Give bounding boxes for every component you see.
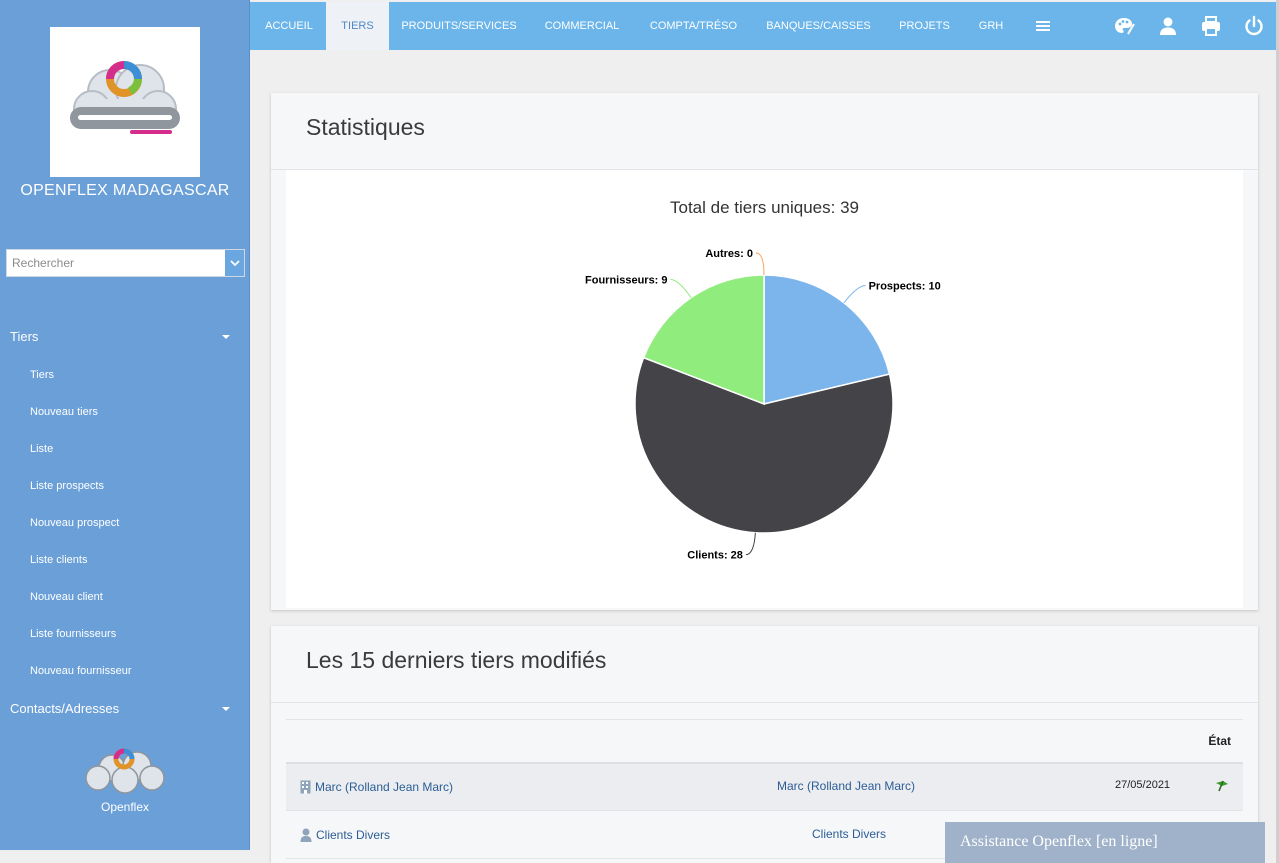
openflex-cloud-logo-icon	[70, 61, 180, 134]
sidebar-section-contacts[interactable]: Contacts/Adresses	[0, 694, 250, 724]
status-flag-icon	[1216, 780, 1228, 792]
pie-connector-prospects	[843, 284, 866, 304]
nav-commercial[interactable]: COMMERCIAL	[529, 2, 635, 50]
header-etat: État	[1208, 734, 1231, 748]
pie-label-prospects: Prospects: 10	[869, 280, 941, 292]
caret-down-icon	[222, 335, 230, 339]
pie-connector-clients	[745, 532, 756, 556]
building-icon	[300, 780, 311, 794]
search-dropdown-button[interactable]	[225, 250, 244, 276]
divider	[271, 702, 1258, 703]
nav-produits-services[interactable]: PRODUITS/SERVICES	[389, 2, 529, 50]
pie-connector-fournisseurs	[670, 279, 692, 298]
tier-name-link[interactable]: Clients Divers	[300, 828, 390, 842]
printer-icon[interactable]	[1199, 14, 1223, 38]
pie-chart-area: Total de tiers uniques: 39 Prospects: 10…	[286, 170, 1243, 608]
tier-name: Clients Divers	[316, 828, 391, 842]
nav-tiers[interactable]: TIERS	[326, 2, 389, 50]
chevron-down-icon	[229, 259, 240, 266]
sidebar-section-label: Tiers	[10, 329, 39, 344]
pie-label-fournisseurs: Fournisseurs: 9	[585, 275, 668, 287]
palette-icon[interactable]	[1112, 14, 1136, 38]
pie-connector-autres	[755, 252, 765, 276]
sidebar-section-tiers[interactable]: Tiers	[0, 322, 250, 352]
pie-chart: Prospects: 10 Clients: 28 Fournisseurs: 9 A…	[585, 248, 941, 562]
sidebar-item-liste-clients[interactable]: Liste clients	[30, 554, 87, 566]
nav-compta-treso[interactable]: COMPTA/TRÉSO	[635, 2, 752, 50]
tier-alias-link[interactable]: Marc (Rolland Jean Marc)	[777, 779, 915, 793]
sidebar-item-tiers[interactable]: Tiers	[30, 369, 54, 381]
sidebar-item-liste[interactable]: Liste	[30, 443, 53, 455]
tier-date: 27/05/2021	[1115, 779, 1171, 791]
pie-label-clients: Clients: 28	[687, 550, 743, 562]
user-icon[interactable]	[1156, 14, 1180, 38]
sidebar-item-nouveau-fournisseur[interactable]: Nouveau fournisseur	[30, 665, 132, 677]
tier-name-link[interactable]: Marc (Rolland Jean Marc)	[300, 780, 453, 794]
top-navigation: ACCUEIL TIERS PRODUITS/SERVICES COMMERCI…	[250, 2, 1276, 50]
nav-accueil[interactable]: ACCUEIL	[250, 2, 328, 50]
nav-grh[interactable]: GRH	[964, 2, 1018, 50]
pie-label-autres: Autres: 0	[705, 248, 753, 260]
nav-projets[interactable]: PROJETS	[885, 2, 964, 50]
sidebar-item-nouveau-prospect[interactable]: Nouveau prospect	[30, 517, 119, 529]
sidebar-item-nouveau-client[interactable]: Nouveau client	[30, 591, 103, 603]
sidebar-section-label: Contacts/Adresses	[10, 701, 120, 716]
search-input[interactable]	[7, 250, 226, 276]
tier-name: Marc (Rolland Jean Marc)	[315, 780, 454, 794]
tier-alias-link[interactable]: Clients Divers	[812, 827, 886, 841]
statistics-card: Statistiques Total de tiers uniques: 39 …	[271, 93, 1258, 610]
sidebar-item-liste-fournisseurs[interactable]: Liste fournisseurs	[30, 628, 116, 640]
statistics-title: Statistiques	[306, 114, 425, 140]
nav-banques-caisses[interactable]: BANQUES/CAISSES	[752, 2, 885, 50]
power-icon[interactable]	[1242, 14, 1266, 38]
chat-assistance-widget[interactable]: Assistance Openflex [en ligne]	[945, 822, 1265, 863]
recent-tiers-title: Les 15 derniers tiers modifiés	[306, 647, 607, 673]
openflex-cloud-icon[interactable]	[82, 742, 168, 798]
person-icon	[300, 828, 312, 842]
caret-down-icon	[222, 707, 230, 711]
sidebar: OPENFLEX MADAGASCAR Tiers Tiers Nouveau …	[0, 0, 250, 850]
sidebar-search	[6, 249, 245, 277]
table-header: État	[286, 719, 1243, 764]
menu-icon[interactable]	[1031, 14, 1055, 38]
openflex-label: Openflex	[100, 800, 150, 814]
sidebar-item-nouveau-tiers[interactable]: Nouveau tiers	[30, 406, 98, 418]
sidebar-item-liste-prospects[interactable]: Liste prospects	[30, 480, 104, 492]
table-row[interactable]: Marc (Rolland Jean Marc) Marc (Rolland J…	[286, 764, 1243, 811]
openflex-logo[interactable]	[50, 27, 200, 177]
company-name: OPENFLEX MADAGASCAR	[20, 182, 230, 199]
